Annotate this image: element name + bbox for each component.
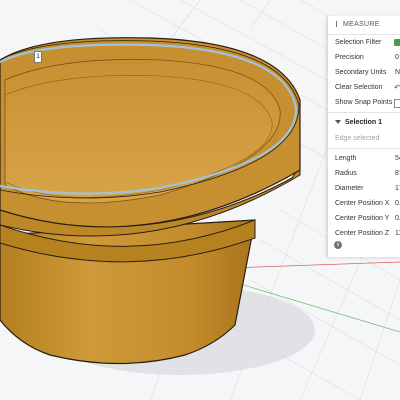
- secondary-units-label: Secondary Units: [335, 69, 387, 76]
- selection-filter-icon[interactable]: [394, 39, 400, 46]
- clear-selection-icon[interactable]: ↶: [394, 83, 400, 92]
- measurement-value: 0.: [395, 215, 400, 222]
- measurement-label: Center Position Y: [335, 215, 390, 222]
- measurement-value: 0.: [395, 200, 400, 207]
- selection-type-row: Edge selected: [328, 131, 400, 146]
- selection-type-label: Edge selected: [335, 135, 380, 142]
- show-snap-points-checkbox[interactable]: [394, 99, 400, 108]
- measurement-row-diameter: Diameter 17: [328, 181, 400, 196]
- measurement-value: 11: [395, 230, 400, 237]
- measurement-row-center-x: Center Position X 0.: [328, 196, 400, 211]
- expand-triangle-icon[interactable]: [335, 120, 341, 125]
- measure-panel-title: MEASURE: [343, 21, 380, 28]
- measurement-label: Diameter: [335, 185, 364, 192]
- measure-panel-header[interactable]: MEASURE: [328, 16, 400, 35]
- measurement-label: Center Position Z: [335, 230, 390, 237]
- precision-label: Precision: [335, 54, 364, 61]
- selection-marker[interactable]: 1: [34, 51, 42, 63]
- precision-select[interactable]: 0: [395, 50, 399, 65]
- selection-1-title: Selection 1: [345, 119, 382, 126]
- show-snap-points-row[interactable]: Show Snap Points: [328, 95, 400, 110]
- measurement-row-radius: Radius 87: [328, 166, 400, 181]
- selection-filter-row[interactable]: Selection Filter: [328, 35, 400, 50]
- measure-panel: MEASURE Selection Filter Precision 0 Sec…: [327, 16, 400, 257]
- measurement-value: 87: [395, 170, 400, 177]
- info-icon[interactable]: i: [334, 241, 342, 249]
- precision-row[interactable]: Precision 0: [328, 50, 400, 65]
- clear-selection-label: Clear Selection: [335, 84, 383, 91]
- measurement-label: Length: [335, 155, 357, 162]
- divider: [328, 112, 400, 113]
- measurement-row-length: Length 54: [328, 151, 400, 166]
- measurement-row-center-z: Center Position Z 11: [328, 226, 400, 241]
- selection-1-header[interactable]: Selection 1: [328, 115, 400, 131]
- measurement-label: Radius: [335, 170, 357, 177]
- selection-filter-label: Selection Filter: [335, 39, 382, 46]
- secondary-units-row[interactable]: Secondary Units N: [328, 65, 400, 80]
- panel-collapse-icon[interactable]: [336, 21, 340, 28]
- divider: [328, 148, 400, 149]
- measurement-value: 54: [395, 155, 400, 162]
- clear-selection-row[interactable]: Clear Selection ↶: [328, 80, 400, 95]
- measurement-label: Center Position X: [335, 200, 390, 207]
- measurement-value: 17: [395, 185, 400, 192]
- show-snap-points-label: Show Snap Points: [335, 99, 393, 106]
- measurement-row-center-y: Center Position Y 0.: [328, 211, 400, 226]
- secondary-units-select[interactable]: N: [395, 65, 400, 80]
